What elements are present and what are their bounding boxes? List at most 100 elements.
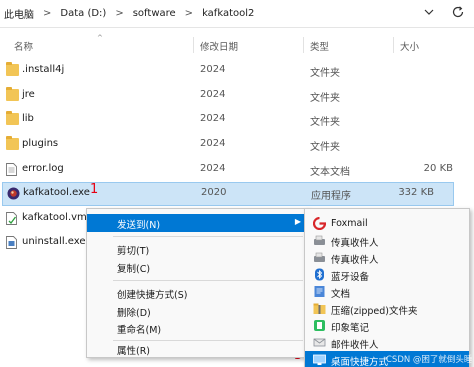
file-name: lib: [22, 113, 34, 124]
zip-folder-icon: [313, 302, 326, 315]
file-type: 应用程序: [311, 191, 351, 202]
file-row[interactable]: lib 2024 文件夹: [0, 108, 474, 132]
submenu-item-fax[interactable]: 传真收件人: [305, 232, 469, 249]
menu-divider: [113, 236, 303, 237]
context-menu: 发送到(N) ▶ 剪切(T) 复制(C) 创建快捷方式(S) 删除(D) 重命名…: [86, 208, 308, 358]
file-name: .install4j: [22, 64, 65, 75]
breadcrumb-drive[interactable]: Data (D:): [60, 8, 106, 19]
column-divider[interactable]: [393, 37, 394, 53]
column-divider[interactable]: [193, 37, 194, 53]
menu-item-label: 复制(C): [117, 264, 151, 275]
file-row[interactable]: error.log 2024 文本文档 20 KB: [0, 158, 474, 182]
file-size: 332 KB: [398, 187, 434, 198]
column-date[interactable]: 修改日期: [200, 39, 238, 53]
desktop-icon: [313, 353, 326, 366]
file-date: 2024: [200, 138, 226, 149]
app-icon: [6, 236, 19, 249]
step-annotation-1: 1: [90, 182, 99, 197]
submenu-item-foxmail[interactable]: Foxmail: [305, 215, 469, 232]
history-dropdown-icon[interactable]: [423, 6, 437, 20]
column-size[interactable]: 大小: [400, 39, 419, 53]
submenu-item-label: 邮件收件人: [331, 340, 379, 351]
menu-divider: [113, 280, 303, 281]
fax-icon: [313, 234, 326, 247]
folder-icon: [6, 111, 19, 125]
breadcrumb-separator: >: [184, 8, 194, 19]
submenu-item-label: Foxmail: [331, 218, 368, 229]
file-type: 文件夹: [310, 117, 340, 128]
file-icon: [6, 212, 19, 225]
submenu-item-zip[interactable]: 压缩(zipped)文件夹: [305, 300, 469, 317]
menu-item-label: 重命名(M): [117, 325, 162, 336]
submenu-item-documents[interactable]: 文档: [305, 283, 469, 300]
file-type: 文件夹: [310, 142, 340, 153]
submenu-item-label: 文档: [331, 289, 351, 300]
file-type: 文件夹: [310, 68, 340, 79]
folder-icon: [6, 87, 19, 101]
documents-icon: [313, 285, 326, 298]
menu-item-properties[interactable]: 属性(R): [87, 340, 307, 358]
address-bar[interactable]: 此电脑 > Data (D:) > software > kafkatool2: [0, 0, 474, 28]
watermark: CSDN @困了就倒头睡: [386, 355, 473, 365]
submenu-item-label: 印象笔记: [331, 323, 370, 334]
file-name: plugins: [22, 138, 59, 149]
menu-item-delete[interactable]: 删除(D): [87, 302, 307, 320]
column-name[interactable]: 名称: [14, 39, 33, 53]
column-divider[interactable]: [303, 37, 304, 53]
submenu-item-evernote[interactable]: 印象笔记: [305, 317, 469, 334]
file-row[interactable]: .install4j 2024 文件夹: [0, 59, 474, 83]
breadcrumb-separator: >: [115, 8, 124, 19]
file-name: kafkatool.exe: [23, 187, 90, 198]
file-type: 文件夹: [310, 93, 340, 104]
evernote-icon: [313, 319, 326, 332]
submenu-item-mail[interactable]: 邮件收件人: [305, 334, 469, 351]
submenu-item-label: 传真收件人: [331, 238, 379, 249]
foxmail-icon: [312, 216, 327, 231]
folder-icon: [6, 136, 19, 150]
submenu-item-label: 传真收件人: [331, 255, 379, 266]
file-date: 2024: [200, 89, 226, 100]
file-row[interactable]: plugins 2024 文件夹: [0, 133, 474, 157]
submenu-item-label: 蓝牙设备: [331, 272, 370, 283]
breadcrumb-this-pc[interactable]: 此电脑: [4, 6, 34, 21]
bluetooth-icon: [313, 268, 326, 281]
menu-item-create-shortcut[interactable]: 创建快捷方式(S): [87, 284, 307, 302]
menu-item-label: 删除(D): [117, 308, 151, 319]
submenu-arrow-icon: ▶: [294, 217, 301, 226]
file-name: error.log: [22, 163, 64, 174]
file-row[interactable]: jre 2024 文件夹: [0, 84, 474, 108]
file-row-selected[interactable]: kafkatool.exe 2020 应用程序 332 KB: [2, 182, 454, 206]
submenu-item-fax[interactable]: 传真收件人: [305, 249, 469, 266]
menu-item-send-to[interactable]: 发送到(N) ▶: [87, 214, 307, 232]
file-name: jre: [22, 89, 35, 100]
column-type[interactable]: 类型: [310, 39, 329, 53]
menu-item-cut[interactable]: 剪切(T): [87, 240, 307, 258]
menu-item-label: 剪切(T): [117, 246, 150, 257]
send-to-submenu: Foxmail 传真收件人 传真收件人 蓝牙设备 文档 压缩(zipped)文件…: [304, 208, 470, 367]
submenu-item-label: 压缩(zipped)文件夹: [331, 306, 418, 317]
text-file-icon: [6, 163, 19, 176]
file-date: 2024: [200, 64, 226, 75]
breadcrumb-kafkatool2[interactable]: kafkatool2: [202, 8, 254, 19]
menu-item-label: 创建快捷方式(S): [117, 290, 188, 301]
submenu-item-bluetooth[interactable]: 蓝牙设备: [305, 266, 469, 283]
breadcrumb-separator: >: [43, 8, 52, 19]
refresh-icon[interactable]: [451, 5, 467, 21]
file-type: 文本文档: [310, 167, 350, 178]
menu-item-copy[interactable]: 复制(C): [87, 258, 307, 276]
folder-icon: [6, 62, 19, 76]
menu-item-label: 属性(R): [117, 346, 151, 357]
menu-item-label: 发送到(N): [117, 220, 161, 231]
file-date: 2020: [201, 187, 227, 198]
submenu-item-label: 桌面快捷方式: [331, 357, 389, 367]
breadcrumb-software[interactable]: software: [133, 8, 176, 19]
file-name: uninstall.exe: [22, 236, 86, 247]
file-date: 2024: [200, 113, 226, 124]
menu-item-rename[interactable]: 重命名(M): [87, 319, 307, 337]
mail-icon: [313, 336, 326, 349]
sort-caret-icon: ^: [97, 34, 103, 42]
column-header-row: ^ 名称 修改日期 类型 大小: [0, 34, 474, 56]
fax-icon: [313, 251, 326, 264]
file-size: 20 KB: [423, 163, 453, 174]
app-icon: [7, 187, 20, 200]
